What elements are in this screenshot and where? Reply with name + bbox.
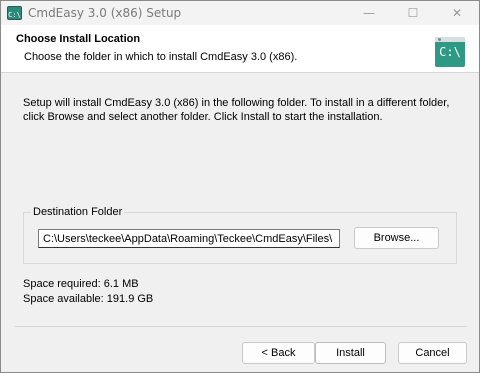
back-button[interactable]: < Back — [242, 342, 315, 364]
space-required: Space required: 6.1 MB — [23, 278, 139, 290]
window-title: CmdEasy 3.0 (x86) Setup — [28, 6, 182, 20]
destination-label: Destination Folder — [31, 206, 125, 218]
page-header: Choose Install Location Choose the folde… — [1, 25, 479, 73]
close-icon[interactable]: ✕ — [435, 1, 479, 25]
intro-text: Setup will install CmdEasy 3.0 (x86) in … — [23, 97, 450, 123]
logo-titlebar — [435, 37, 465, 42]
maximize-icon[interactable]: ☐ — [391, 1, 435, 25]
cancel-button[interactable]: Cancel — [398, 342, 467, 364]
footer-separator — [15, 326, 467, 327]
page-title: Choose Install Location — [16, 33, 141, 45]
cmdeasy-logo-icon: C:\ — [435, 37, 465, 67]
browse-button[interactable]: Browse... — [354, 227, 439, 249]
setup-window: C:\ CmdEasy 3.0 (x86) Setup — ☐ ✕ Choose… — [0, 0, 480, 373]
install-button[interactable]: Install — [315, 342, 386, 364]
space-available: Space available: 191.9 GB — [23, 293, 154, 305]
title-bar[interactable]: C:\ CmdEasy 3.0 (x86) Setup — ☐ ✕ — [1, 1, 479, 25]
page-subtitle: Choose the folder in which to install Cm… — [24, 51, 298, 63]
logo-text: C:\ — [439, 45, 461, 59]
minimize-icon[interactable]: — — [347, 1, 391, 25]
destination-path-input[interactable] — [38, 229, 340, 248]
app-icon: C:\ — [7, 6, 22, 20]
